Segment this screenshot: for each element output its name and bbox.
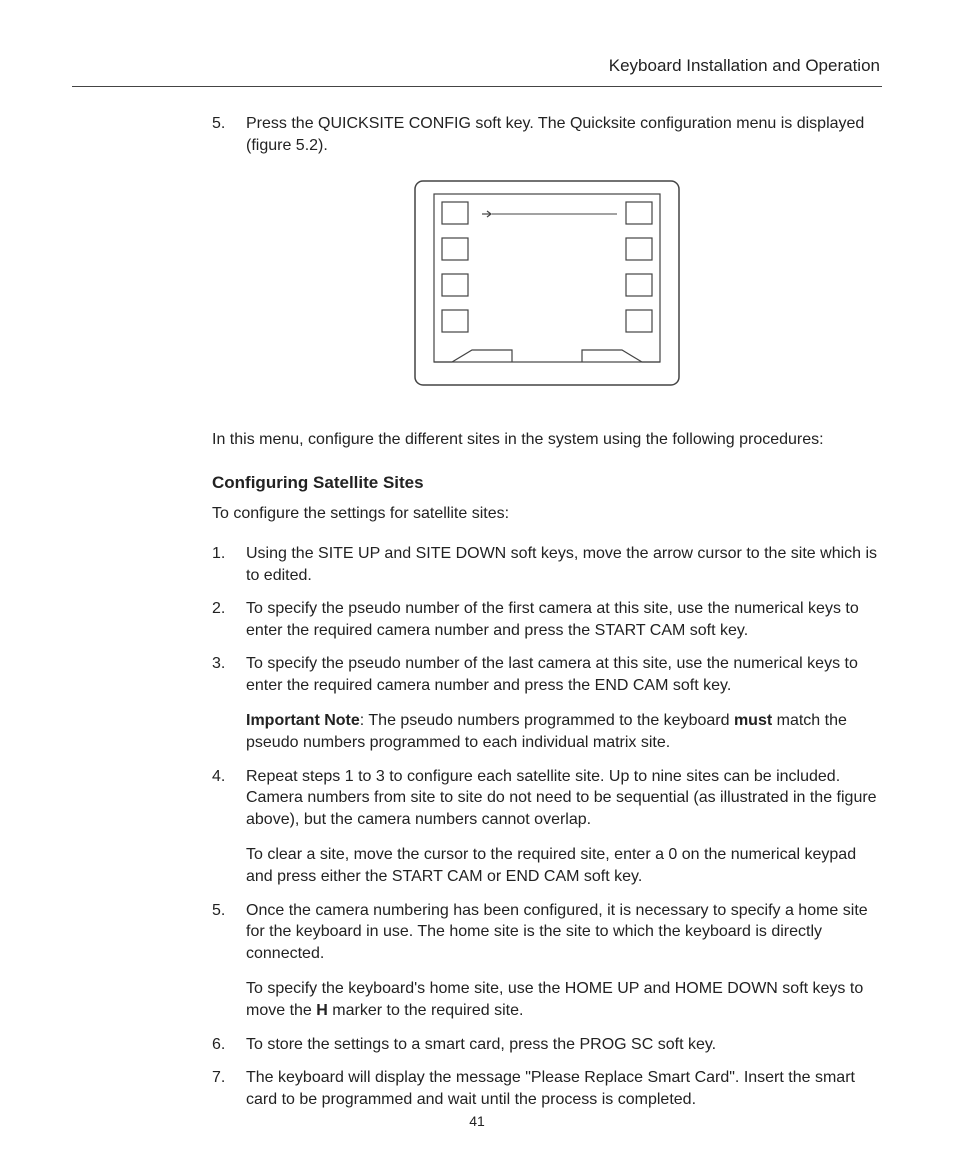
content-area: 5. Press the QUICKSITE CONFIG soft key. … bbox=[212, 113, 882, 1110]
list-body: The keyboard will display the message "P… bbox=[246, 1067, 882, 1110]
section-intro: To configure the settings for satellite … bbox=[212, 503, 882, 525]
step-2: 2. To specify the pseudo number of the f… bbox=[212, 598, 882, 641]
note-bold: must bbox=[734, 712, 772, 729]
step-4: 4. Repeat steps 1 to 3 to configure each… bbox=[212, 766, 882, 888]
list-body: Once the camera numbering has been confi… bbox=[246, 900, 882, 1022]
list-number: 3. bbox=[212, 653, 246, 753]
note-label: Important Note bbox=[246, 712, 360, 729]
list-body: Repeat steps 1 to 3 to configure each sa… bbox=[246, 766, 882, 888]
list-body: Press the QUICKSITE CONFIG soft key. The… bbox=[246, 113, 882, 156]
top-list-item-5: 5. Press the QUICKSITE CONFIG soft key. … bbox=[212, 113, 882, 156]
quicksite-config-diagram bbox=[412, 178, 682, 388]
step-text-2: To specify the keyboard's home site, use… bbox=[246, 978, 882, 1021]
figure-5-2 bbox=[212, 178, 882, 395]
steps-list: 1. Using the SITE UP and SITE DOWN soft … bbox=[212, 543, 882, 1110]
page: Keyboard Installation and Operation 5. P… bbox=[0, 0, 954, 1159]
section-heading: Configuring Satellite Sites bbox=[212, 472, 882, 495]
step-text: Once the camera numbering has been confi… bbox=[246, 900, 882, 965]
list-body: To specify the pseudo number of the last… bbox=[246, 653, 882, 753]
list-text: Press the QUICKSITE CONFIG soft key. The… bbox=[246, 113, 882, 156]
top-ordered-list: 5. Press the QUICKSITE CONFIG soft key. … bbox=[212, 113, 882, 156]
important-note: Important Note: The pseudo numbers progr… bbox=[246, 710, 882, 753]
step5-h-marker: H bbox=[316, 1002, 328, 1019]
header-rule bbox=[72, 86, 882, 87]
step-6: 6. To store the settings to a smart card… bbox=[212, 1034, 882, 1056]
list-number: 6. bbox=[212, 1034, 246, 1056]
step-3: 3. To specify the pseudo number of the l… bbox=[212, 653, 882, 753]
step-7: 7. The keyboard will display the message… bbox=[212, 1067, 882, 1110]
note-text-a: The pseudo numbers programmed to the key… bbox=[368, 712, 734, 729]
step-text: To specify the pseudo number of the firs… bbox=[246, 598, 882, 641]
step-text: To store the settings to a smart card, p… bbox=[246, 1034, 882, 1056]
step-text-2: To clear a site, move the cursor to the … bbox=[246, 844, 882, 887]
list-number: 1. bbox=[212, 543, 246, 586]
list-number: 5. bbox=[212, 113, 246, 156]
step-text: The keyboard will display the message "P… bbox=[246, 1067, 882, 1110]
list-body: To store the settings to a smart card, p… bbox=[246, 1034, 882, 1056]
list-body: To specify the pseudo number of the firs… bbox=[246, 598, 882, 641]
list-number: 7. bbox=[212, 1067, 246, 1110]
page-number: 41 bbox=[0, 1113, 954, 1129]
step-text: To specify the pseudo number of the last… bbox=[246, 653, 882, 696]
running-header: Keyboard Installation and Operation bbox=[72, 56, 882, 76]
step-text: Using the SITE UP and SITE DOWN soft key… bbox=[246, 543, 882, 586]
step5-p2b: marker to the required site. bbox=[328, 1002, 524, 1019]
list-number: 5. bbox=[212, 900, 246, 1022]
step-1: 1. Using the SITE UP and SITE DOWN soft … bbox=[212, 543, 882, 586]
list-number: 2. bbox=[212, 598, 246, 641]
list-body: Using the SITE UP and SITE DOWN soft key… bbox=[246, 543, 882, 586]
step-5: 5. Once the camera numbering has been co… bbox=[212, 900, 882, 1022]
step-text: Repeat steps 1 to 3 to configure each sa… bbox=[246, 766, 882, 831]
lead-in-text: In this menu, configure the different si… bbox=[212, 429, 882, 451]
list-number: 4. bbox=[212, 766, 246, 888]
